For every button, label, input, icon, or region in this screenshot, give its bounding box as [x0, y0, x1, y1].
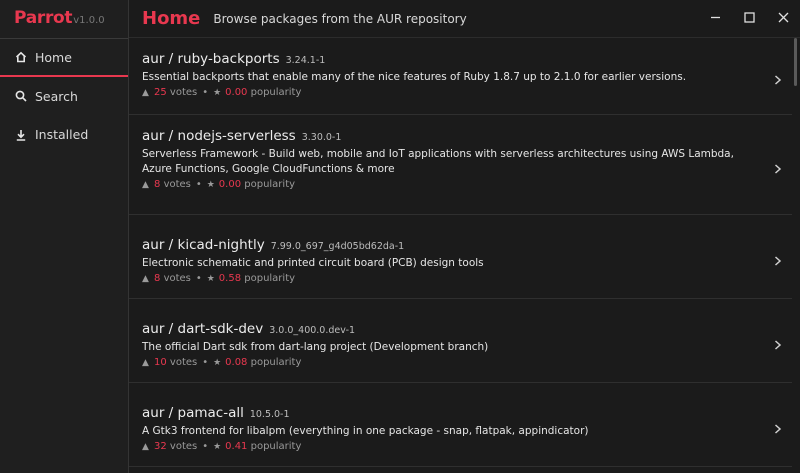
package-version: 3.0.0_400.0.dev-1 — [269, 325, 356, 336]
chevron-right-icon — [774, 419, 784, 434]
package-description: The official Dart sdk from dart-lang pro… — [142, 341, 489, 353]
window-controls — [698, 0, 800, 34]
popularity-value: 0.08 — [225, 357, 248, 368]
sidebar-item-label: Home — [35, 49, 72, 65]
sidebar-item-search[interactable]: Search — [0, 77, 128, 116]
app-brand: Parrot v1.0.0 — [0, 0, 128, 38]
chevron-right-icon — [774, 159, 784, 174]
chevron-right-icon — [774, 251, 784, 266]
star-icon: ★ — [213, 357, 222, 368]
page-title: Home — [142, 8, 201, 29]
chevron-right-icon — [774, 335, 784, 350]
package-version: 10.5.0-1 — [249, 409, 290, 420]
package-name: aur / kicad-nightly — [142, 237, 265, 253]
package-list: aur / ruby-backports 3.24.1-1 Essential … — [129, 38, 792, 473]
package-description: Essential backports that enable many of … — [142, 71, 687, 83]
vote-count: 25 — [154, 87, 167, 98]
popularity-label: popularity — [244, 273, 296, 284]
votes-label: votes — [163, 179, 191, 190]
download-icon — [14, 128, 28, 142]
votes-label: votes — [169, 87, 198, 98]
package-name: aur / pamac-all — [142, 405, 244, 421]
sidebar-item-label: Installed — [35, 127, 89, 143]
package-name: aur / dart-sdk-dev — [142, 321, 264, 337]
package-meta: ▲ 8 votes • ★ 0.00 popularity — [142, 179, 296, 190]
star-icon: ★ — [206, 179, 215, 190]
vote-count: 10 — [154, 357, 167, 368]
sidebar-item-label: Search — [35, 88, 78, 104]
app-name: Parrot — [14, 8, 73, 28]
popularity-label: popularity — [250, 441, 302, 452]
package-meta: ▲ 10 votes • ★ 0.08 popularity — [142, 357, 302, 368]
star-icon: ★ — [206, 273, 215, 284]
vote-count: 8 — [154, 273, 161, 284]
sidebar: Parrot v1.0.0 Home Search Installed — [0, 0, 129, 473]
list-item[interactable]: aur / ruby-backports 3.24.1-1 Essential … — [129, 38, 792, 115]
package-description: A Gtk3 frontend for libalpm (everything … — [142, 425, 589, 437]
vote-count: 8 — [154, 179, 161, 190]
sidebar-item-home[interactable]: Home — [0, 38, 128, 77]
scrollbar-thumb[interactable] — [794, 38, 797, 86]
package-name: aur / ruby-backports — [142, 51, 280, 67]
star-icon: ★ — [213, 87, 222, 98]
list-item[interactable]: aur / dart-sdk-dev 3.0.0_400.0.dev-1 The… — [129, 299, 792, 383]
package-description: Electronic schematic and printed circuit… — [142, 257, 484, 269]
arrow-up-icon: ▲ — [142, 273, 149, 284]
package-name: aur / nodejs-serverless — [142, 128, 296, 144]
list-item[interactable]: aur / pamac-all 10.5.0-1 A Gtk3 frontend… — [129, 383, 792, 467]
popularity-label: popularity — [244, 179, 296, 190]
home-icon — [14, 50, 28, 64]
arrow-up-icon: ▲ — [142, 441, 149, 452]
package-meta: ▲ 8 votes • ★ 0.58 popularity — [142, 273, 296, 284]
minimize-icon — [710, 16, 720, 18]
arrow-up-icon: ▲ — [142, 179, 149, 190]
votes-label: votes — [169, 441, 198, 452]
chevron-right-icon — [774, 70, 784, 85]
scrollbar[interactable] — [792, 38, 800, 473]
popularity-value: 0.58 — [218, 273, 242, 284]
list-item[interactable]: aur / kicad-nightly 7.99.0_697_g4d05bd62… — [129, 215, 792, 299]
sidebar-item-installed[interactable]: Installed — [0, 116, 128, 155]
package-version: 7.99.0_697_g4d05bd62da-1 — [270, 241, 405, 252]
popularity-value: 0.41 — [225, 441, 248, 452]
star-icon: ★ — [213, 441, 222, 452]
package-version: 3.30.0-1 — [301, 132, 342, 143]
list-item[interactable]: aur / nodejs-serverless 3.30.0-1 Serverl… — [129, 115, 792, 215]
votes-label: votes — [163, 273, 191, 284]
package-version: 3.24.1-1 — [285, 55, 326, 66]
arrow-up-icon: ▲ — [142, 87, 149, 98]
popularity-label: popularity — [250, 357, 302, 368]
votes-label: votes — [169, 357, 198, 368]
page-subtitle: Browse packages from the AUR repository — [213, 11, 467, 26]
popularity-value: 0.00 — [225, 87, 248, 98]
maximize-button[interactable] — [732, 0, 766, 34]
package-meta: ▲ 25 votes • ★ 0.00 popularity — [142, 87, 302, 98]
maximize-icon — [743, 11, 755, 23]
app-version: v1.0.0 — [73, 15, 105, 26]
popularity-value: 0.00 — [218, 179, 242, 190]
vote-count: 32 — [154, 441, 167, 452]
close-button[interactable] — [766, 0, 800, 34]
search-icon — [14, 89, 28, 103]
package-description: Serverless Framework - Build web, mobile… — [142, 148, 734, 175]
popularity-label: popularity — [250, 87, 302, 98]
package-meta: ▲ 32 votes • ★ 0.41 popularity — [142, 441, 302, 452]
close-icon — [778, 12, 788, 22]
minimize-button[interactable] — [698, 0, 732, 34]
arrow-up-icon: ▲ — [142, 357, 149, 368]
